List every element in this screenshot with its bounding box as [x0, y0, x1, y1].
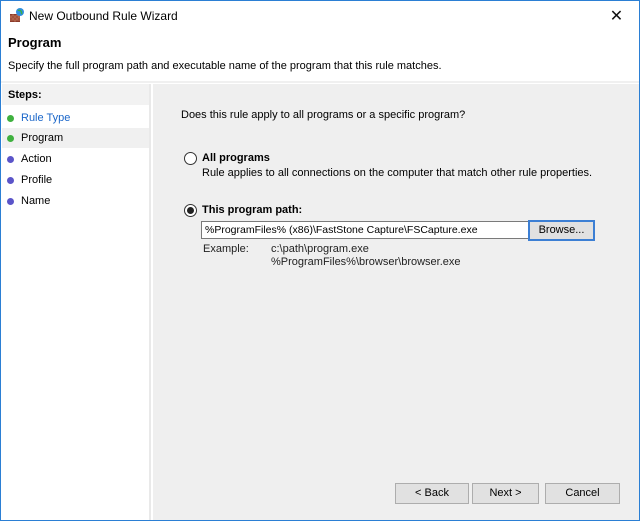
step-label: Name [21, 195, 51, 207]
title-bar: New Outbound Rule Wizard ✕ [1, 1, 639, 30]
step-label: Profile [21, 174, 53, 186]
browse-button[interactable]: Browse... [528, 220, 595, 241]
step-rule-type[interactable]: Rule Type [2, 108, 149, 128]
step-action: Action [2, 149, 149, 169]
page-header: Program Specify the full program path an… [1, 30, 639, 78]
program-path-input[interactable] [201, 221, 529, 239]
program-path-radio[interactable] [184, 204, 197, 217]
step-label: Rule Type [21, 112, 71, 124]
close-icon: ✕ [609, 7, 624, 25]
back-button[interactable]: < Back [395, 483, 469, 504]
cancel-button[interactable]: Cancel [545, 483, 620, 504]
step-done-icon [7, 135, 14, 142]
page-description: Specify the full program path and execut… [8, 60, 442, 72]
step-name: Name [2, 191, 149, 211]
step-done-icon [7, 115, 14, 122]
step-pending-icon [7, 177, 14, 184]
step-label: Program [21, 132, 64, 144]
steps-panel: Steps: Rule Type Program Action Profile … [2, 84, 151, 520]
close-button[interactable]: ✕ [594, 1, 639, 30]
step-label: Action [21, 153, 52, 165]
step-program[interactable]: Program [2, 128, 149, 148]
main-panel: Does this rule apply to all programs or … [153, 84, 639, 520]
question-text: Does this rule apply to all programs or … [181, 109, 466, 121]
example-label: Example: [203, 243, 249, 255]
page-title: Program [8, 35, 62, 50]
example-line: c:\path\program.exe [271, 243, 369, 255]
firewall-icon [10, 8, 24, 22]
all-programs-description: Rule applies to all connections on the c… [202, 167, 593, 179]
program-path-label[interactable]: This program path: [202, 204, 302, 216]
next-button[interactable]: Next > [472, 483, 539, 504]
all-programs-radio[interactable] [184, 152, 197, 165]
all-programs-label[interactable]: All programs [202, 152, 270, 164]
wizard-window: New Outbound Rule Wizard ✕ Program Speci… [0, 0, 640, 521]
steps-heading: Steps: [2, 84, 149, 105]
header-divider [1, 81, 639, 83]
step-pending-icon [7, 198, 14, 205]
example-line: %ProgramFiles%\browser\browser.exe [271, 256, 461, 268]
window-title: New Outbound Rule Wizard [29, 9, 178, 23]
step-pending-icon [7, 156, 14, 163]
step-profile: Profile [2, 170, 149, 190]
